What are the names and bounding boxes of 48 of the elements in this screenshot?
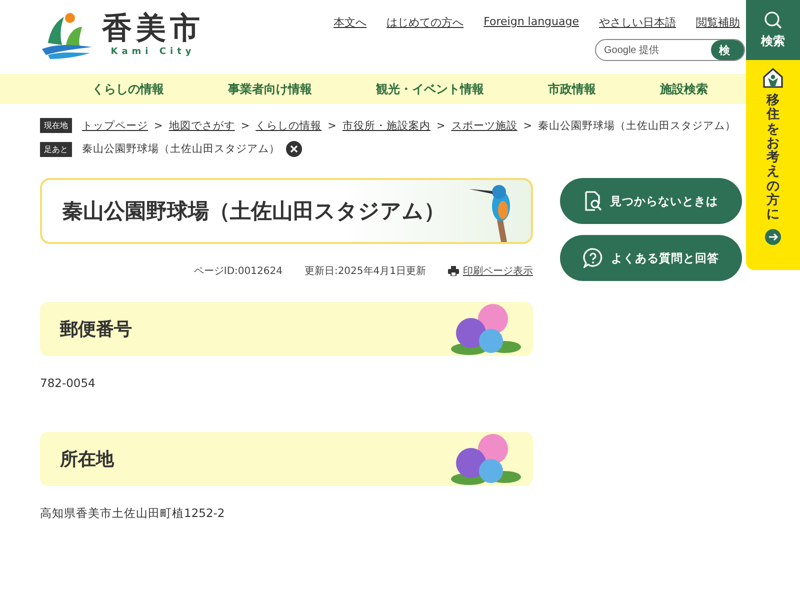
footprint-item[interactable]: 秦山公園野球場（土佐山田スタジアム）	[82, 142, 280, 156]
page-title: 秦山公園野球場（土佐山田スタジアム）	[62, 198, 445, 225]
house-person-icon	[762, 68, 784, 88]
section-text: 782-0054	[40, 376, 96, 390]
section-heading: 郵便番号	[60, 318, 132, 341]
current-page-text: 秦山公園野球場（土佐山田スタジアム）	[538, 118, 736, 132]
city-name: 香美市	[102, 14, 204, 44]
header-link[interactable]: はじめての方へ	[386, 15, 464, 30]
breadcrumb-link[interactable]: トップページ	[82, 118, 148, 132]
city-name-english: Kami City	[110, 46, 196, 56]
close-button[interactable]	[286, 141, 302, 157]
header-link[interactable]: Foreign language	[484, 15, 579, 30]
search-icon	[764, 10, 782, 28]
breadcrumb-separator: >	[328, 120, 336, 132]
section-text: 高知県香美市土佐山田町植1252-2	[40, 506, 226, 521]
arrow-circle-icon	[765, 228, 781, 245]
search-field[interactable]: Google 提供 検	[595, 39, 745, 61]
nav-item[interactable]: 市政情報	[548, 80, 596, 98]
side-search-button[interactable]: 検索	[746, 0, 800, 60]
footprints-label: 足あと	[40, 142, 72, 156]
page-id: ページID:0012624	[194, 265, 282, 278]
breadcrumb-separator: >	[436, 120, 446, 132]
nav-item[interactable]: 観光・イベント情報	[376, 80, 484, 98]
section-heading: 所在地	[60, 448, 114, 471]
header-link[interactable]: やさしい日本語	[599, 15, 676, 30]
breadcrumb-separator: >	[240, 120, 250, 132]
aside-button[interactable]: よくある質問と回答	[560, 235, 742, 281]
breadcrumb-link[interactable]: 地図でさがす	[168, 118, 235, 132]
breadcrumb-link[interactable]: スポーツ施設	[451, 118, 518, 132]
breadcrumb-label: 現在地	[40, 118, 72, 133]
header-link[interactable]: 本文へ	[334, 15, 367, 30]
question-bubble-icon	[583, 248, 603, 268]
search-button[interactable]: 検	[711, 40, 744, 60]
document-search-icon	[584, 191, 602, 211]
aside-button[interactable]: 見つからないときは	[560, 178, 742, 224]
breadcrumb-link[interactable]: 市役所・施設案内	[342, 118, 430, 132]
printer-icon	[448, 266, 459, 276]
header-link[interactable]: 閲覧補助	[696, 15, 740, 30]
nav-item[interactable]: 施設検索	[660, 80, 708, 98]
migration-banner[interactable]: 移住をお考えの方に	[746, 60, 800, 270]
close-icon	[290, 145, 298, 153]
print-link[interactable]: 印刷ページ表示	[448, 264, 533, 278]
updated-date: 更新日:2025年4月1日更新	[304, 264, 426, 278]
nav-item[interactable]: くらしの情報	[92, 80, 164, 98]
nav-item[interactable]: 事業者向け情報	[228, 80, 312, 98]
breadcrumb-link[interactable]: くらしの情報	[256, 118, 322, 132]
breadcrumb-separator: >	[154, 120, 163, 132]
breadcrumb-separator: >	[523, 120, 532, 132]
